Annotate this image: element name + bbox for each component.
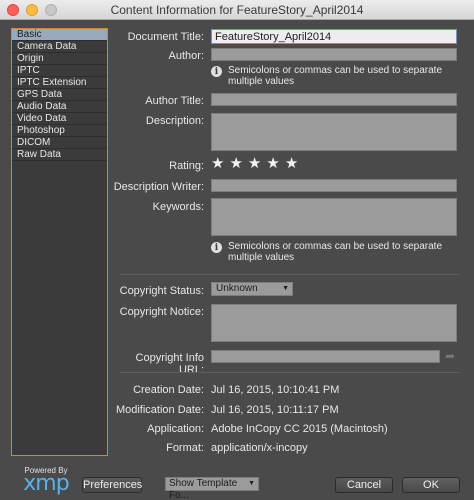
sidebar-item-video-data[interactable]: Video Data [12, 113, 107, 125]
author-title-label: Author Title: [145, 95, 204, 107]
minimize-window-button[interactable] [26, 4, 38, 16]
sidebar-item-basic[interactable]: Basic [12, 29, 107, 41]
rating-label: Rating: [169, 160, 204, 172]
keywords-field[interactable] [211, 198, 457, 236]
description-writer-field[interactable] [211, 179, 457, 192]
zoom-window-button[interactable] [45, 4, 57, 16]
close-window-button[interactable] [7, 4, 19, 16]
xmp-logo: Powered By xmp [20, 466, 72, 496]
star-icon[interactable]: ★ [285, 155, 298, 173]
sidebar-item-origin[interactable]: Origin [12, 53, 107, 65]
copyright-notice-field[interactable] [211, 304, 457, 342]
author-title-field[interactable] [211, 93, 457, 106]
description-field[interactable] [211, 113, 457, 151]
modification-date-value: Jul 16, 2015, 10:11:17 PM [211, 404, 339, 416]
creation-date-label: Creation Date: [133, 384, 204, 396]
chevron-down-icon: ▼ [282, 285, 289, 292]
author-field[interactable] [211, 48, 457, 61]
application-value: Adobe InCopy CC 2015 (Macintosh) [211, 423, 388, 435]
copyright-url-field[interactable] [211, 350, 440, 363]
sidebar-item-gps-data[interactable]: GPS Data [12, 89, 107, 101]
arrow-icon[interactable]: ➦ [445, 349, 455, 363]
section-divider [120, 372, 460, 373]
section-divider [120, 274, 460, 275]
chevron-down-icon: ▼ [248, 480, 255, 487]
sidebar-item-camera-data[interactable]: Camera Data [12, 41, 107, 53]
author-hint-text: Semicolons or commas can be used to sepa… [228, 65, 442, 87]
sidebar-item-iptc[interactable]: IPTC [12, 65, 107, 77]
keywords-label: Keywords: [152, 201, 204, 213]
preferences-button[interactable]: Preferences [82, 477, 142, 493]
template-select-value: Show Template Fo... [169, 478, 238, 500]
category-list: Basic Camera Data Origin IPTC IPTC Exten… [11, 28, 108, 456]
sidebar-item-dicom[interactable]: DICOM [12, 137, 107, 149]
window-controls [7, 4, 57, 16]
xmp-wordmark: xmp [23, 471, 69, 496]
sidebar-item-iptc-extension[interactable]: IPTC Extension [12, 77, 107, 89]
modification-date-label: Modification Date: [115, 404, 204, 416]
copyright-status-select[interactable]: Unknown ▼ [211, 282, 293, 296]
info-icon: i [211, 242, 222, 253]
window-title: Content Information for FeatureStory_Apr… [110, 2, 364, 17]
sidebar-item-photoshop[interactable]: Photoshop [12, 125, 107, 137]
star-icon[interactable]: ★ [266, 155, 279, 173]
author-label: Author: [168, 50, 204, 62]
creation-date-value: Jul 16, 2015, 10:10:41 PM [211, 384, 340, 396]
sidebar-item-raw-data[interactable]: Raw Data [12, 149, 107, 161]
description-writer-label: Description Writer: [113, 181, 204, 193]
author-hint: i Semicolons or commas can be used to se… [211, 65, 461, 87]
keywords-hint-text: Semicolons or commas can be used to sepa… [228, 241, 442, 263]
format-label: Format: [166, 442, 204, 454]
info-icon: i [211, 66, 222, 77]
application-label: Application: [147, 423, 204, 435]
copyright-status-label: Copyright Status: [119, 285, 204, 297]
document-title-label: Document Title: [127, 31, 204, 43]
description-label: Description: [145, 115, 204, 127]
star-icon[interactable]: ★ [211, 155, 224, 173]
star-icon[interactable]: ★ [248, 155, 261, 173]
window-titlebar: Content Information for FeatureStory_Apr… [0, 0, 474, 20]
copyright-status-value: Unknown [216, 283, 258, 294]
star-icon[interactable]: ★ [229, 155, 242, 173]
rating-stars: ★ ★ ★ ★ ★ [211, 155, 298, 173]
ok-button[interactable]: OK [402, 477, 460, 493]
keywords-hint: i Semicolons or commas can be used to se… [211, 241, 461, 263]
sidebar-item-audio-data[interactable]: Audio Data [12, 101, 107, 113]
cancel-button[interactable]: Cancel [335, 477, 393, 493]
document-title-field[interactable]: FeatureStory_April2014 [211, 29, 457, 44]
format-value: application/x-incopy [211, 442, 308, 454]
copyright-notice-label: Copyright Notice: [119, 306, 204, 318]
show-template-select[interactable]: Show Template Fo... ▼ [165, 477, 259, 500]
